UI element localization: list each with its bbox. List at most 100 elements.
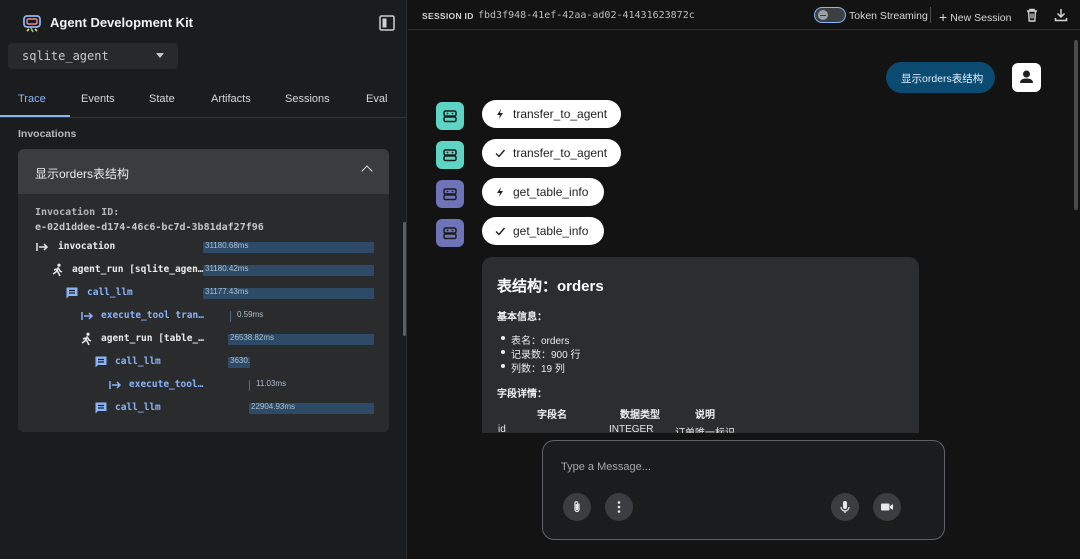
session-bar: SESSION ID fbd3f948-41ef-42aa-ad02-41431… (408, 0, 1080, 30)
invocation-card: 显示orders表结构 Invocation ID: e-02d1ddee-d1… (18, 149, 389, 432)
invocation-header[interactable]: 显示orders表结构 (18, 149, 389, 194)
agent-avatar (436, 219, 464, 247)
new-session-button[interactable]: + New Session (939, 8, 1012, 25)
tab-eval[interactable]: Eval (366, 93, 387, 105)
agent-run-icon (52, 263, 63, 277)
chevron-up-icon (361, 165, 373, 177)
bolt-icon (497, 187, 503, 197)
function-call-chip[interactable]: transfer_to_agent (482, 100, 621, 128)
function-call-chip[interactable]: get_table_info (482, 178, 604, 206)
trace-row[interactable]: call_llm 31177.43ms (18, 286, 389, 302)
field-details-heading: 字段详情： (497, 389, 547, 400)
chat-scrollbar[interactable] (1074, 40, 1078, 210)
table-cell: 订单唯一标识 (675, 424, 735, 433)
table-cell: id (498, 424, 506, 433)
llm-call-icon (66, 287, 78, 299)
video-camera-icon (881, 503, 893, 511)
trace-time: 22904.93ms (251, 402, 296, 411)
function-response-chip[interactable]: transfer_to_agent (482, 139, 621, 167)
robot-icon (443, 149, 457, 162)
message-composer[interactable]: Type a Message... (542, 440, 945, 540)
invocation-id-label: Invocation ID: (35, 207, 120, 218)
trace-name: call_llm (87, 287, 133, 298)
robot-icon (443, 188, 457, 201)
token-streaming-toggle[interactable] (814, 7, 846, 23)
new-session-label: New Session (950, 12, 1012, 24)
side-panel: Agent Development Kit sqlite_agent Trace… (0, 0, 407, 559)
paperclip-icon (574, 501, 580, 513)
trace-row[interactable]: agent_run [sqlite_agen… 31180.42ms (18, 263, 389, 279)
trace-name: call_llm (115, 356, 161, 367)
toolbar-divider (930, 7, 931, 23)
trash-icon[interactable] (1024, 7, 1040, 23)
tab-trace[interactable]: Trace (18, 93, 46, 105)
user-message: 显示orders表结构 (886, 62, 995, 93)
basic-info-item: 列数：19 列 (501, 360, 565, 375)
trace-row[interactable]: execute_tool… 11.03ms (18, 378, 389, 394)
agent-avatar (436, 102, 464, 130)
trace-name: call_llm (115, 402, 161, 413)
message-input[interactable]: Type a Message... (561, 461, 651, 473)
more-vertical-icon (617, 501, 621, 513)
response-title: 表结构：orders (497, 278, 604, 295)
tab-sessions[interactable]: Sessions (285, 93, 330, 105)
table-header: 字段名 (537, 410, 567, 421)
tab-events[interactable]: Events (81, 93, 115, 105)
microphone-button[interactable] (831, 493, 859, 521)
table-cell: INTEGER (609, 424, 654, 433)
trace-time: 31177.43ms (205, 287, 249, 296)
function-name: get_table_info (513, 185, 589, 199)
basic-info-item: 表名：orders (500, 332, 569, 347)
function-name: transfer_to_agent (513, 107, 608, 121)
plus-icon: + (939, 9, 948, 25)
panel-toggle-icon[interactable] (378, 14, 396, 32)
attach-button[interactable] (563, 493, 591, 521)
trace-name: agent_run [sqlite_agen… (72, 264, 204, 275)
arrow-into-icon (81, 312, 94, 320)
tab-artifacts[interactable]: Artifacts (211, 93, 251, 105)
user-message-text: 显示orders表结构 (901, 73, 984, 85)
agent-response: 表结构：orders 基本信息： 表名：orders 记录数：900 行 列数：… (482, 257, 919, 433)
trace-name: execute_tool… (129, 379, 204, 390)
token-streaming-label: Token Streaming (849, 10, 928, 22)
download-icon[interactable] (1053, 7, 1069, 23)
bolt-icon (497, 109, 503, 119)
trace-time: 0.59ms (237, 310, 264, 319)
trace-row[interactable]: invocation 31180.68ms (18, 240, 389, 256)
tab-bar: Trace Events State Artifacts Sessions Ev… (0, 84, 406, 118)
llm-call-icon (95, 402, 107, 414)
trace-row[interactable]: agent_run [table_… 26538.82ms (18, 332, 389, 348)
basic-info-heading: 基本信息： (497, 312, 547, 323)
toggle-off-mark (820, 14, 826, 16)
invocation-query: 显示orders表结构 (35, 167, 130, 181)
robot-icon (443, 227, 457, 240)
trace-bar (230, 311, 232, 322)
trace-time: 26538.82ms (230, 333, 275, 342)
arrow-into-icon (36, 243, 49, 251)
trace-time: 31180.42ms (205, 264, 249, 273)
session-id: fbd3f948-41ef-42aa-ad02-41431623872c (478, 10, 695, 21)
chevron-down-icon (156, 53, 164, 58)
agent-run-icon (81, 332, 92, 346)
invocations-heading: Invocations (18, 128, 77, 140)
trace-time: 11.03ms (256, 379, 287, 388)
trace-row[interactable]: call_llm 3630. (18, 355, 389, 371)
app-title: Agent Development Kit (50, 15, 194, 30)
llm-call-icon (95, 356, 107, 368)
side-panel-scrollbar[interactable] (403, 222, 406, 336)
trace-row[interactable]: call_llm 22904.93ms (18, 401, 389, 417)
adk-logo-icon (23, 15, 41, 33)
agent-avatar (436, 180, 464, 208)
more-options-button[interactable] (605, 493, 633, 521)
function-name: get_table_info (513, 224, 589, 238)
trace-bar (249, 380, 251, 391)
robot-icon (443, 110, 457, 123)
tab-state[interactable]: State (149, 93, 175, 105)
trace-row[interactable]: execute_tool tran… 0.59ms (18, 309, 389, 325)
table-header: 数据类型 (620, 410, 660, 421)
trace-name: invocation (58, 241, 116, 252)
check-icon (495, 227, 506, 236)
function-response-chip[interactable]: get_table_info (482, 217, 604, 245)
agent-select[interactable]: sqlite_agent (8, 43, 178, 69)
video-button[interactable] (873, 493, 901, 521)
